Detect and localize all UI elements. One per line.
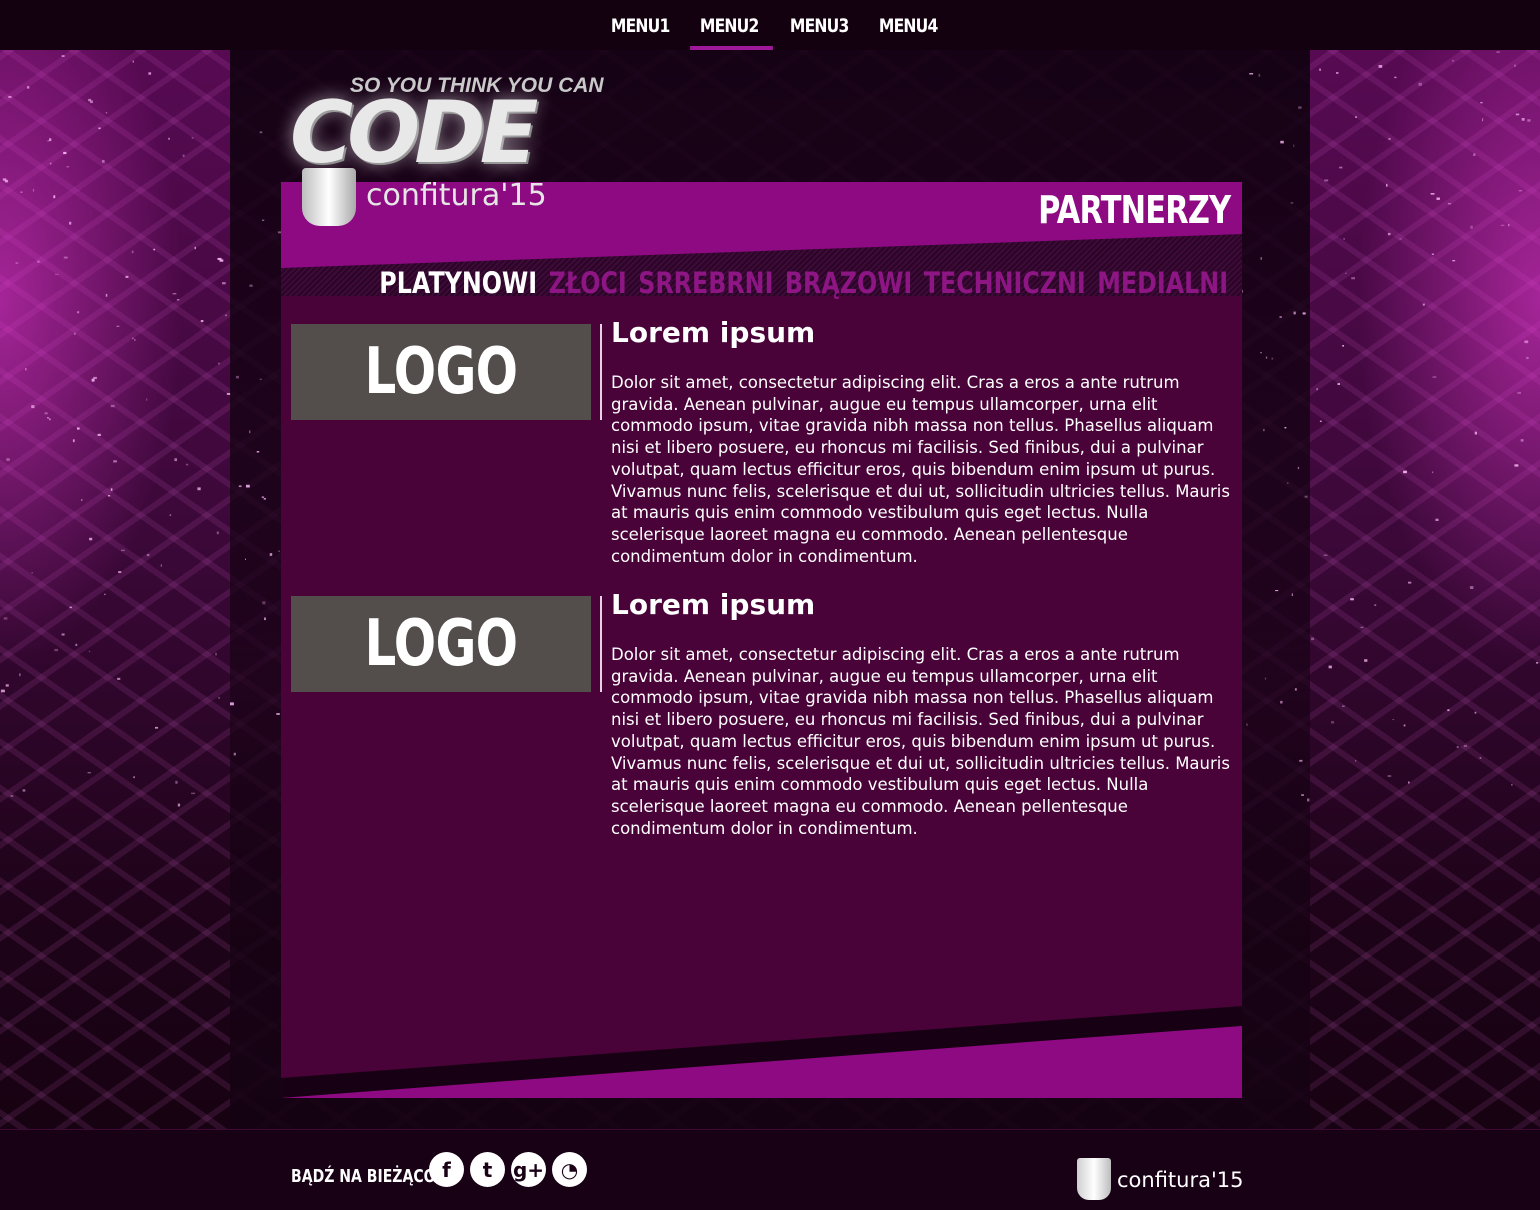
panel-body: LOGO Lorem ipsum Dolor sit amet, consect… [281,296,1242,1098]
page-title: PARTNERZY [1037,188,1231,232]
partner-logo-text: LOGO [364,335,519,409]
tab-zloci[interactable]: ZŁOCI [549,266,627,300]
entry-divider [600,324,602,420]
follow-label: BĄDŹ NA BIEŻĄCO: [291,1166,442,1187]
site-logo[interactable]: SO YOU THINK YOU CAN CODE confitura'15 [270,70,630,230]
top-nav-bar: MENU1 MENU2 MENU3 MENU4 [0,0,1540,50]
menu-item-4[interactable]: MENU4 [874,0,942,50]
logo-event-name: confitura'15 [366,178,547,213]
partner-entry: LOGO Lorem ipsum Dolor sit amet, consect… [291,588,1231,856]
cup-icon [302,168,356,226]
partners-panel: PARTNERZY LOGO Lorem ipsum Dolor sit ame… [281,182,1242,1098]
partner-category-tabs: PLATYNOWI ZŁOCI SRREBRNI BRĄZOWI TECHNIC… [379,266,1228,300]
footer-logo[interactable]: confitura'15 [1075,1136,1243,1206]
tab-srebrni[interactable]: SRREBRNI [638,266,773,300]
google-plus-icon[interactable]: g+ [511,1152,546,1187]
partner-logo[interactable]: LOGO [291,596,591,692]
site-footer: BĄDŹ NA BIEŻĄCO: f t g+ ◔ confitura'15 [0,1129,1540,1210]
partner-logo[interactable]: LOGO [291,324,591,420]
facebook-icon[interactable]: f [429,1152,464,1187]
partner-description: Dolor sit amet, consectetur adipiscing e… [611,645,1230,838]
main-menu: MENU1 MENU2 MENU3 MENU4 [606,0,964,50]
menu-item-2[interactable]: MENU2 [690,0,775,50]
menu-item-1[interactable]: MENU1 [606,0,674,50]
menu-item-3[interactable]: MENU3 [785,0,853,50]
tab-platynowi[interactable]: PLATYNOWI [379,266,537,300]
cup-icon [1077,1158,1111,1200]
partner-name: Lorem ipsum [611,588,816,621]
partner-name: Lorem ipsum [611,316,816,349]
twitter-icon[interactable]: t [470,1152,505,1187]
partner-description: Dolor sit amet, consectetur adipiscing e… [611,373,1230,566]
entry-divider [600,596,602,692]
tab-brazowi[interactable]: BRĄZOWI [785,266,912,300]
picasa-icon[interactable]: ◔ [552,1152,587,1187]
tab-medialni[interactable]: MEDIALNI [1097,266,1228,300]
logo-code-word: CODE [290,83,538,183]
tab-techniczni[interactable]: TECHNICZNI [924,266,1086,300]
partner-logo-text: LOGO [364,607,519,681]
footer-brand-name: confitura'15 [1117,1168,1244,1192]
partner-entry: LOGO Lorem ipsum Dolor sit amet, consect… [291,316,1231,584]
social-links: f t g+ ◔ [429,1152,587,1187]
